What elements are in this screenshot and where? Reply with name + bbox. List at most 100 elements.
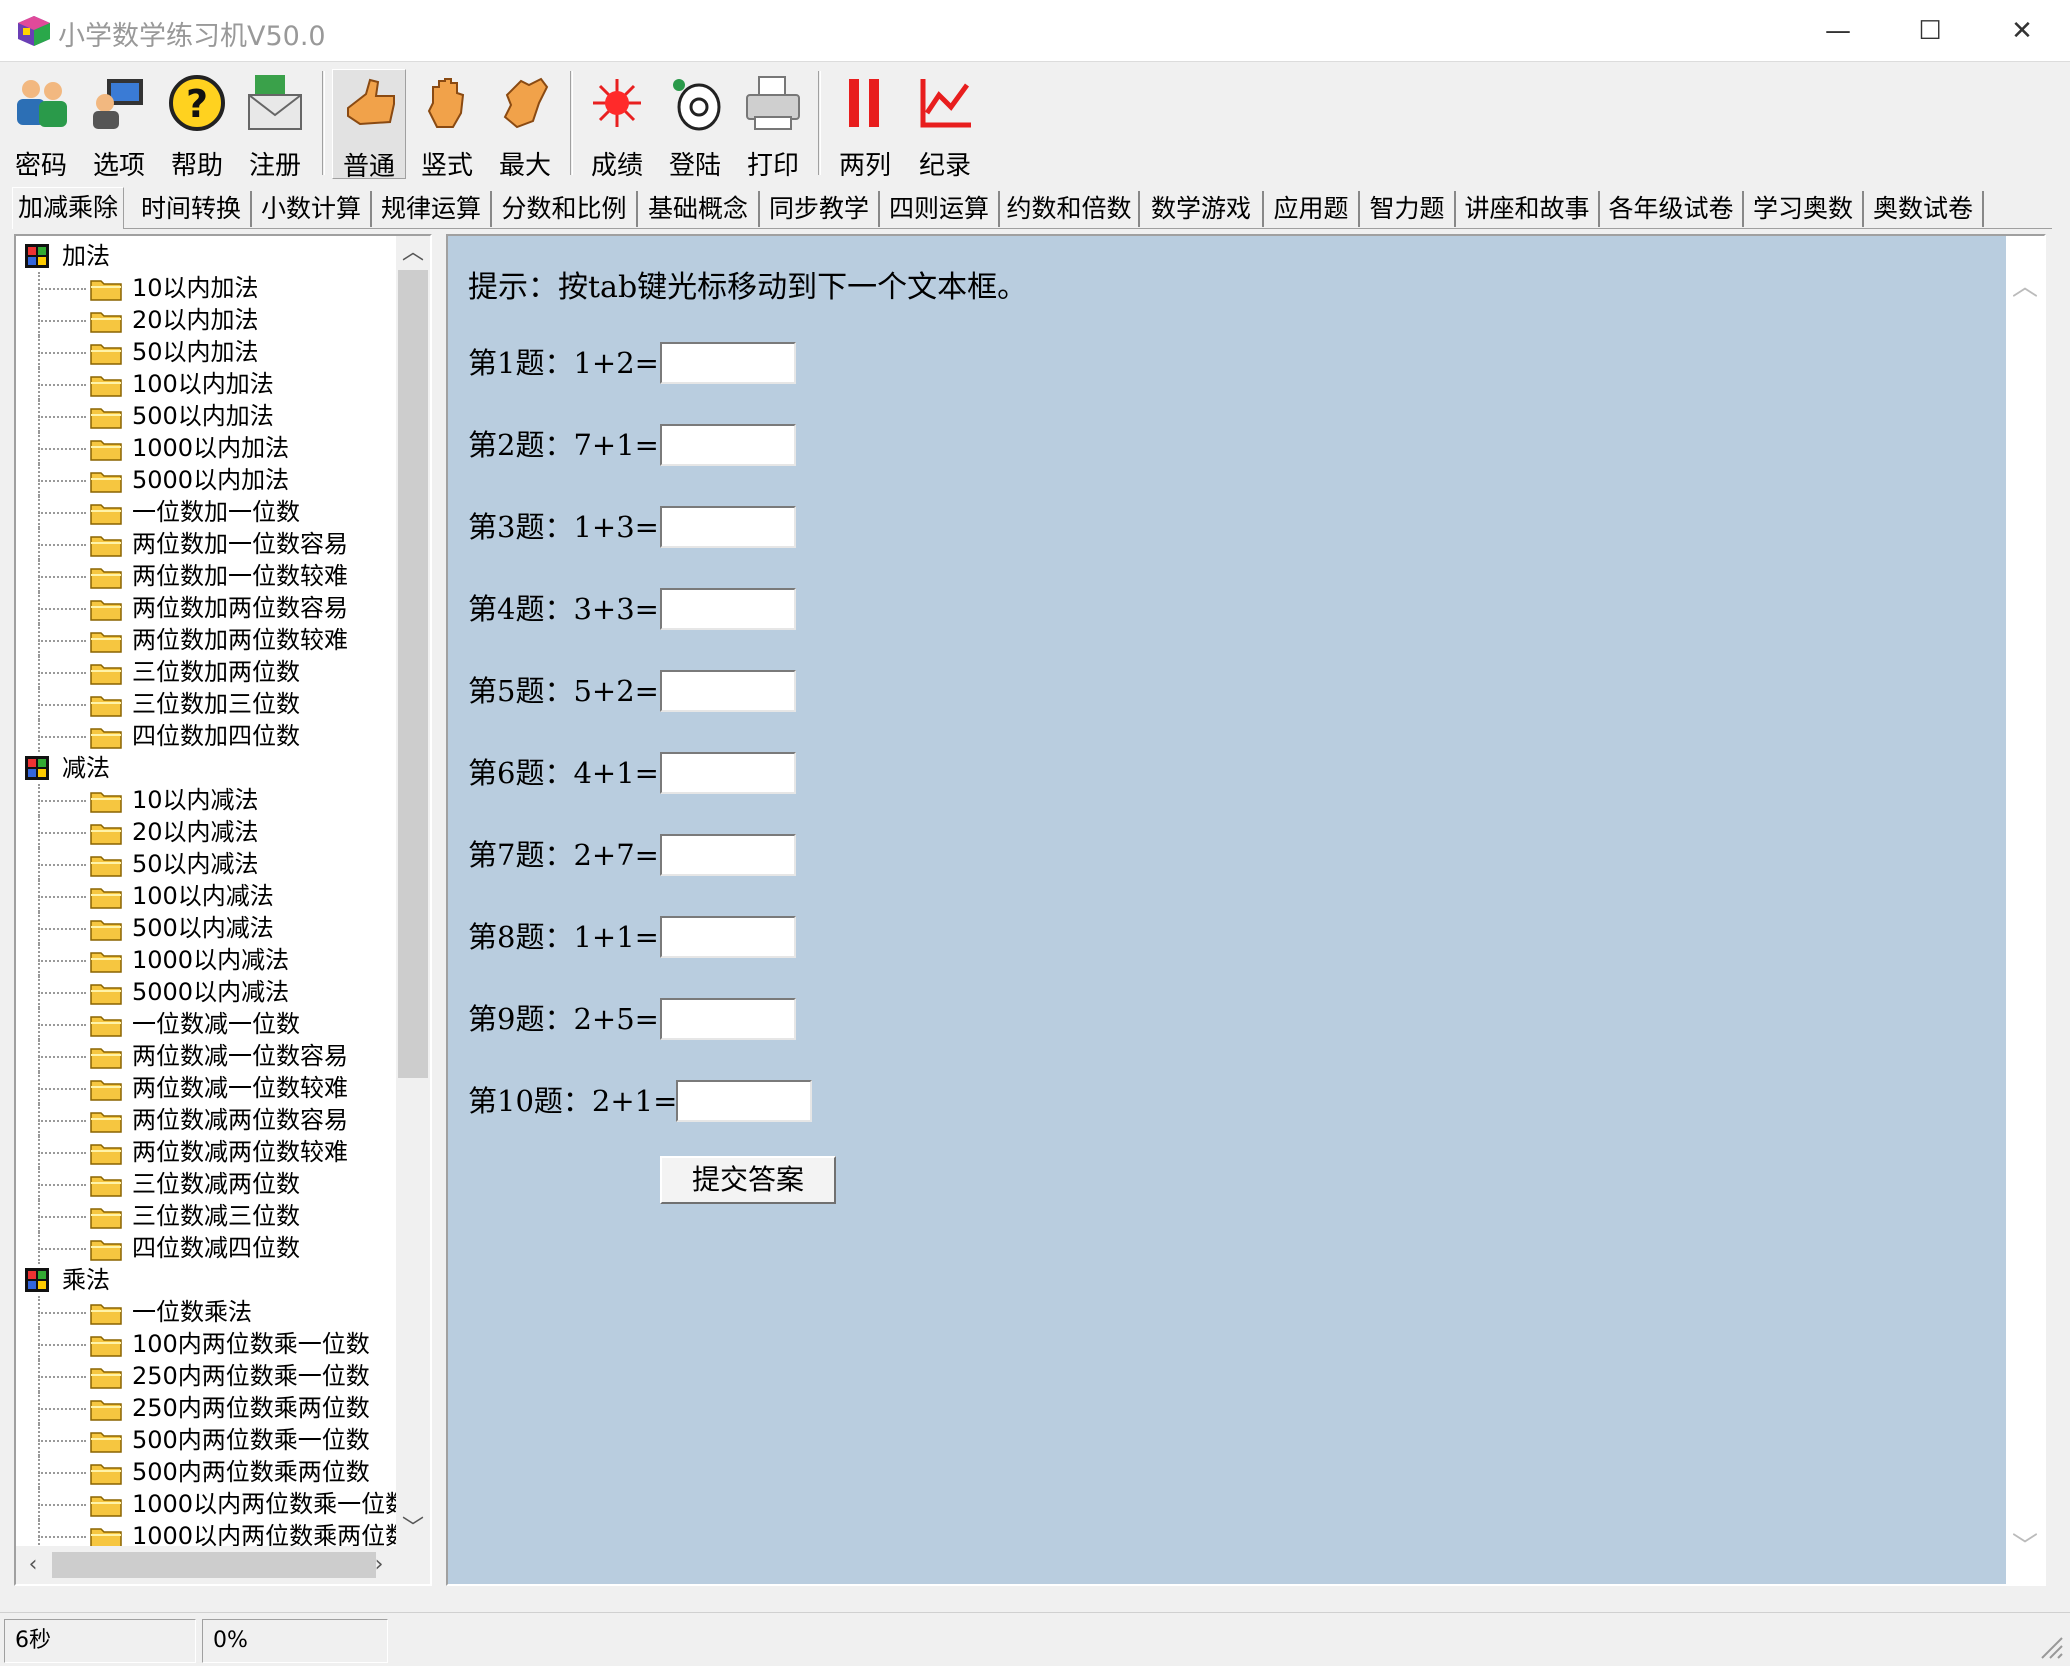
tree-item[interactable]: 1000以内减法 xyxy=(16,944,396,976)
tree-item[interactable]: 500内两位数乘两位数 xyxy=(16,1456,396,1488)
scroll-down-icon[interactable]: ﹀ xyxy=(2006,1526,2044,1563)
answer-input[interactable] xyxy=(676,1080,812,1122)
tree-item[interactable]: 两位数加一位数容易 xyxy=(16,528,396,560)
tab-fraction-ratio[interactable]: 分数和比例 xyxy=(492,191,638,227)
toolbar-button-score[interactable]: 成绩 xyxy=(580,69,654,181)
toolbar-button-help[interactable]: ? 帮助 xyxy=(160,69,234,181)
tab-olympiad[interactable]: 学习奥数 xyxy=(1744,191,1864,227)
tree-scroll-thumb[interactable] xyxy=(398,270,428,1078)
tree-item[interactable]: 四位数减四位数 xyxy=(16,1232,396,1264)
tab-pattern[interactable]: 规律运算 xyxy=(372,191,492,227)
tree-item[interactable]: 20以内减法 xyxy=(16,816,396,848)
minimize-button[interactable]: — xyxy=(1792,0,1884,62)
tab-grade-exams[interactable]: 各年级试卷 xyxy=(1600,191,1744,227)
answer-input[interactable] xyxy=(660,998,796,1040)
tab-lectures-stories[interactable]: 讲座和故事 xyxy=(1456,191,1600,227)
tree-item[interactable]: 100内两位数乘一位数 xyxy=(16,1328,396,1360)
tree-item[interactable]: 500内两位数乘一位数 xyxy=(16,1424,396,1456)
tree-item[interactable]: 1000以内加法 xyxy=(16,432,396,464)
answer-input[interactable] xyxy=(660,670,796,712)
tree-item[interactable]: 两位数减一位数容易 xyxy=(16,1040,396,1072)
tab-puzzles[interactable]: 智力题 xyxy=(1360,191,1456,227)
answer-input[interactable] xyxy=(660,588,796,630)
toolbar-button-two-columns[interactable]: 两列 xyxy=(828,69,902,181)
answer-input[interactable] xyxy=(660,834,796,876)
answer-input[interactable] xyxy=(660,752,796,794)
tab-basic-concepts[interactable]: 基础概念 xyxy=(638,191,760,227)
tree-item[interactable]: 10以内加法 xyxy=(16,272,396,304)
tree-item[interactable]: 三位数加三位数 xyxy=(16,688,396,720)
tree-item[interactable]: 100以内减法 xyxy=(16,880,396,912)
tree-item[interactable]: 一位数减一位数 xyxy=(16,1008,396,1040)
tree-item[interactable]: 20以内加法 xyxy=(16,304,396,336)
tree-connector xyxy=(38,448,86,450)
tree-item[interactable]: 三位数加两位数 xyxy=(16,656,396,688)
question-label: 第9题：2+5= xyxy=(468,1002,659,1036)
tab-decimal[interactable]: 小数计算 xyxy=(252,191,372,227)
tree-item[interactable]: 250内两位数乘两位数 xyxy=(16,1392,396,1424)
tree-item[interactable]: 250内两位数乘一位数 xyxy=(16,1360,396,1392)
tree-item[interactable]: 四位数加四位数 xyxy=(16,720,396,752)
tree-item[interactable]: 500以内加法 xyxy=(16,400,396,432)
toolbar-button-password[interactable]: 密码 xyxy=(4,69,78,181)
tree-item-label: 5000以内减法 xyxy=(132,978,290,1006)
toolbar-button-vertical[interactable]: 竖式 xyxy=(410,69,484,181)
tree-item[interactable]: 1000以内两位数乘两位数 xyxy=(16,1520,396,1546)
folder-icon xyxy=(90,1368,122,1389)
tree-item[interactable]: 两位数减两位数较难 xyxy=(16,1136,396,1168)
tab-add-sub-mul-div[interactable]: 加减乘除 xyxy=(12,187,124,229)
tree-item[interactable]: 两位数减两位数容易 xyxy=(16,1104,396,1136)
tree-item[interactable]: 50以内减法 xyxy=(16,848,396,880)
tab-divisors-multiples[interactable]: 约数和倍数 xyxy=(1000,191,1140,227)
tab-time-conversion[interactable]: 时间转换 xyxy=(132,191,252,227)
answer-input[interactable] xyxy=(660,506,796,548)
tree-item[interactable]: 两位数减一位数较难 xyxy=(16,1072,396,1104)
answer-input[interactable] xyxy=(660,342,796,384)
tree-item[interactable]: 5000以内加法 xyxy=(16,464,396,496)
folder-icon xyxy=(90,1176,122,1197)
tree-item[interactable]: 两位数加一位数较难 xyxy=(16,560,396,592)
scroll-down-icon[interactable]: ﹀ xyxy=(396,1512,430,1546)
folder-icon xyxy=(90,952,122,973)
tree-item[interactable]: 两位数加两位数较难 xyxy=(16,624,396,656)
tree-item[interactable]: 一位数乘法 xyxy=(16,1296,396,1328)
tree-item[interactable]: 一位数加一位数 xyxy=(16,496,396,528)
close-button[interactable]: ✕ xyxy=(1976,0,2068,62)
tree-item[interactable]: 10以内减法 xyxy=(16,784,396,816)
tree-item[interactable]: 500以内减法 xyxy=(16,912,396,944)
toolbar-button-register[interactable]: 注册 xyxy=(238,69,312,181)
tab-four-operations[interactable]: 四则运算 xyxy=(880,191,1000,227)
toolbar-button-login[interactable]: 登陆 xyxy=(658,69,732,181)
toolbar-button-max[interactable]: 最大 xyxy=(488,69,562,181)
tab-sync-teaching[interactable]: 同步教学 xyxy=(760,191,880,227)
tree-hscroll-thumb[interactable] xyxy=(52,1552,376,1578)
scroll-left-icon[interactable]: ‹ xyxy=(16,1546,50,1584)
scroll-right-icon[interactable]: › xyxy=(362,1546,396,1584)
submit-answers-button[interactable]: 提交答案 xyxy=(660,1156,836,1204)
maximize-button[interactable]: ☐ xyxy=(1884,0,1976,62)
tree-item[interactable]: 5000以内减法 xyxy=(16,976,396,1008)
scroll-up-icon[interactable]: ︿ xyxy=(396,236,430,270)
tree-vertical-scrollbar[interactable]: ︿ ﹀ xyxy=(396,236,430,1546)
panel-vertical-scrollbar[interactable]: ︿ ﹀ xyxy=(2006,236,2044,1584)
tree-horizontal-scrollbar[interactable]: ‹ › xyxy=(16,1546,396,1584)
folder-icon xyxy=(90,472,122,493)
answer-input[interactable] xyxy=(660,916,796,958)
tree-item-label: 10以内减法 xyxy=(132,786,259,814)
tree-item[interactable]: 100以内加法 xyxy=(16,368,396,400)
toolbar-button-record[interactable]: 纪录 xyxy=(908,69,982,181)
toolbar-button-options[interactable]: 选项 xyxy=(82,69,156,181)
tree-item[interactable]: 50以内加法 xyxy=(16,336,396,368)
resize-grip-icon[interactable] xyxy=(2038,1634,2064,1660)
toolbar-button-print[interactable]: 打印 xyxy=(736,69,810,181)
tree-item[interactable]: 三位数减两位数 xyxy=(16,1168,396,1200)
scroll-up-icon[interactable]: ︿ xyxy=(2006,266,2044,303)
tree-item[interactable]: 两位数加两位数容易 xyxy=(16,592,396,624)
toolbar-button-normal[interactable]: 普通 xyxy=(332,69,406,182)
tab-olympiad-exams[interactable]: 奥数试卷 xyxy=(1864,191,1984,227)
tab-word-problems[interactable]: 应用题 xyxy=(1264,191,1360,227)
tree-item[interactable]: 1000以内两位数乘一位数 xyxy=(16,1488,396,1520)
tree-item[interactable]: 三位数减三位数 xyxy=(16,1200,396,1232)
answer-input[interactable] xyxy=(660,424,796,466)
tab-math-games[interactable]: 数学游戏 xyxy=(1140,191,1264,227)
